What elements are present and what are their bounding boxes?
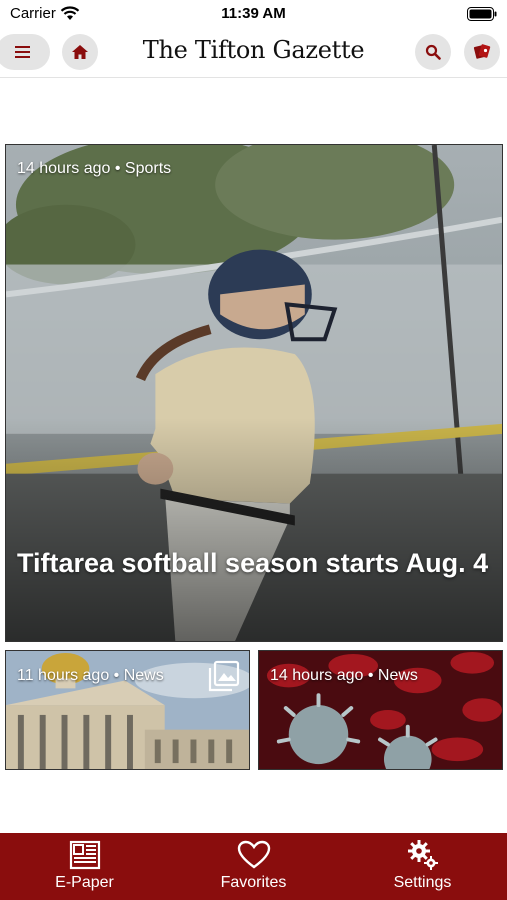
tab-favorites[interactable]: Favorites	[169, 833, 338, 900]
hero-story-meta: 14 hours ago • Sports	[17, 160, 172, 177]
app-header: The Tifton Gazette	[0, 28, 507, 78]
search-button[interactable]	[415, 34, 451, 70]
hamburger-icon	[15, 46, 30, 58]
tab-settings[interactable]: Settings	[338, 833, 507, 900]
tab-epaper[interactable]: E-Paper	[0, 833, 169, 900]
tab-label-favorites: Favorites	[220, 874, 287, 891]
tab-bar: E-Paper Favorites Settings	[0, 833, 507, 900]
menu-button[interactable]	[0, 34, 50, 70]
page-title: The Tifton Gazette	[142, 36, 365, 64]
tab-label-settings: Settings	[393, 874, 452, 891]
epaper-shortcut-button[interactable]	[464, 34, 500, 70]
story-meta: 14 hours ago • News	[270, 667, 418, 684]
status-bar: Carrier 11:39 AM	[0, 0, 507, 28]
hero-story-card[interactable]: 14 hours ago • Sports Tiftarea softball …	[5, 144, 503, 642]
photo-gallery-icon	[208, 660, 240, 692]
hero-story-headline[interactable]: Tiftarea softball season starts Aug. 4	[17, 546, 490, 580]
newspaper-icon	[69, 840, 100, 870]
epaper-cards-icon	[473, 44, 491, 59]
story-meta: 11 hours ago • News	[17, 667, 164, 684]
clock: 11:39 AM	[221, 5, 286, 22]
heart-icon	[237, 840, 270, 869]
tab-label-epaper: E-Paper	[55, 874, 114, 891]
battery-icon	[467, 7, 497, 21]
home-icon	[72, 45, 88, 59]
story-card[interactable]: 11 hours ago • News	[5, 650, 250, 770]
gears-icon	[407, 840, 438, 870]
story-card[interactable]: 14 hours ago • News	[258, 650, 503, 770]
search-icon	[425, 44, 441, 60]
